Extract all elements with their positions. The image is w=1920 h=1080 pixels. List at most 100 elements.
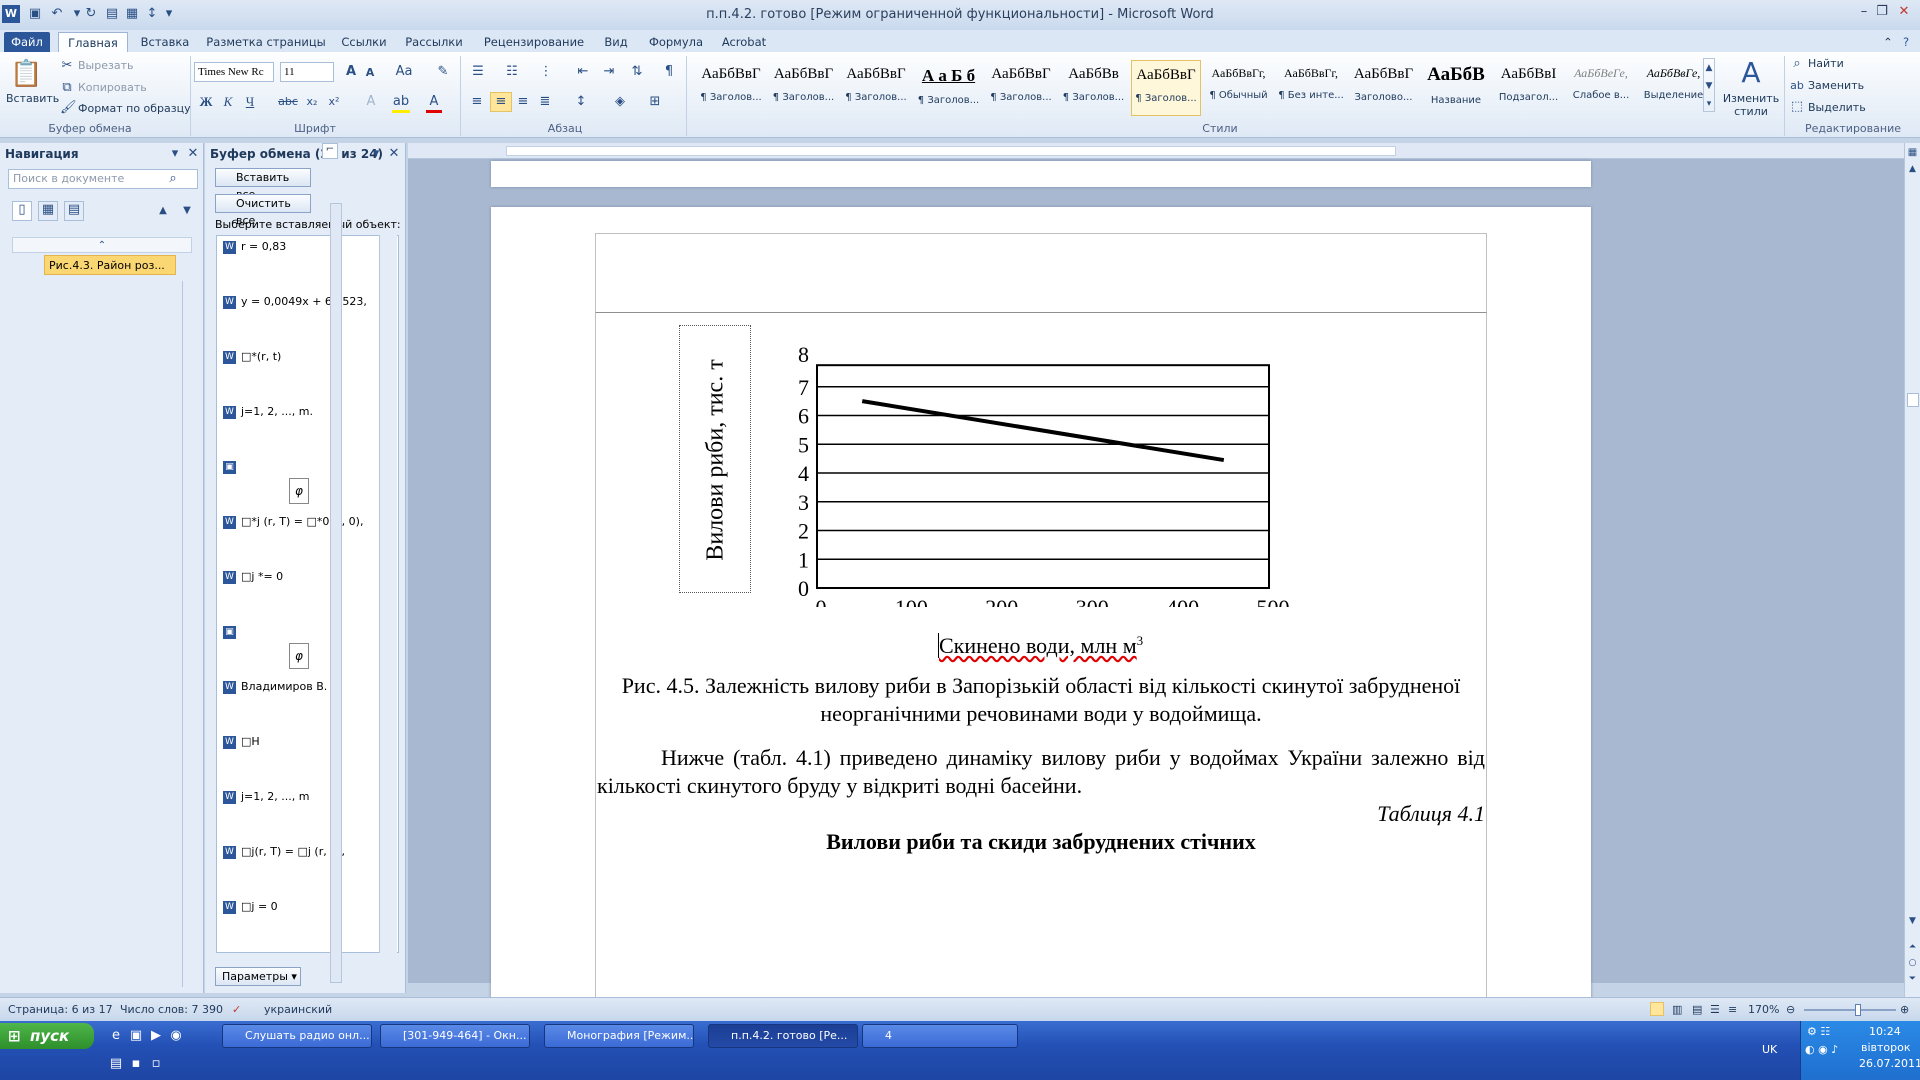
chrome-icon[interactable]: ◉ bbox=[168, 1028, 184, 1044]
media-player-icon[interactable]: ▶ bbox=[148, 1028, 164, 1044]
style-item[interactable]: А а Б б ¶ Заголов... bbox=[914, 60, 984, 116]
style-item[interactable]: АаБбВвГг, ¶ Обычный bbox=[1204, 60, 1274, 116]
full-screen-icon[interactable]: ▥ bbox=[1672, 1003, 1682, 1016]
italic-icon[interactable]: К bbox=[220, 94, 236, 110]
language[interactable]: украинский bbox=[264, 1003, 332, 1016]
line-chart[interactable]: 0 1 2 3 4 5 6 7 8 0 100 200 300 400 500 bbox=[761, 337, 1321, 607]
zoom-level[interactable]: 170% bbox=[1748, 1003, 1779, 1016]
tab-stop-icon[interactable]: ⌐ bbox=[322, 143, 338, 159]
paste-button[interactable]: Вставить bbox=[6, 92, 59, 105]
previous-page-icon[interactable]: ⏶ bbox=[1905, 939, 1920, 955]
cut-icon[interactable]: ✂ bbox=[60, 58, 74, 74]
replace-icon[interactable]: ab bbox=[1790, 78, 1804, 94]
format-painter-icon[interactable]: 🖌 bbox=[60, 100, 77, 116]
clipboard-item[interactable]: Wr = 0,83 bbox=[223, 240, 286, 254]
tab-view[interactable]: Вид bbox=[598, 32, 634, 52]
zoom-slider-thumb[interactable] bbox=[1855, 1004, 1861, 1016]
select-button[interactable]: Выделить bbox=[1808, 101, 1866, 114]
multilevel-list-icon[interactable]: ⋮ bbox=[536, 64, 556, 80]
text-effects-icon[interactable]: A bbox=[362, 94, 380, 110]
ribbon-minimize-icon[interactable]: ⌃ bbox=[1880, 32, 1896, 52]
superscript-icon[interactable]: x² bbox=[326, 94, 342, 110]
options-button[interactable]: Параметры ▾ bbox=[215, 967, 301, 986]
next-page-icon[interactable]: ⏷ bbox=[1905, 971, 1920, 987]
zoom-in-icon[interactable]: ⊕ bbox=[1900, 1003, 1909, 1016]
tab-insert[interactable]: Вставка bbox=[134, 32, 196, 52]
paste-icon[interactable]: 📋 bbox=[10, 58, 42, 90]
replace-button[interactable]: Заменить bbox=[1808, 79, 1864, 92]
subscript-icon[interactable]: x₂ bbox=[304, 94, 320, 110]
notepad-icon[interactable]: ▤ bbox=[108, 1056, 124, 1072]
nav-heading-item[interactable]: Рис.4.3. Район роз... bbox=[44, 255, 176, 275]
style-item[interactable]: АаБбВвГ ¶ Заголов... bbox=[841, 60, 911, 116]
nav-close-icon[interactable]: ✕ bbox=[186, 146, 200, 162]
clear-format-icon[interactable]: ✎ bbox=[434, 64, 452, 80]
scroll-thumb[interactable] bbox=[1907, 393, 1919, 407]
clipboard-scrollbar[interactable] bbox=[379, 235, 397, 953]
clear-all-button[interactable]: Очистить все bbox=[215, 194, 311, 227]
results-view-icon[interactable]: ▤ bbox=[64, 201, 84, 221]
decrease-indent-icon[interactable]: ⇤ bbox=[574, 64, 592, 80]
outline-icon[interactable]: ☰ bbox=[1710, 1003, 1720, 1016]
clipboard-item[interactable]: Wj=1, 2, ..., m bbox=[223, 790, 309, 804]
sort-icon[interactable]: ⇅ bbox=[628, 64, 646, 80]
cut-button[interactable]: Вырезать bbox=[78, 59, 133, 72]
copy-icon[interactable]: ⧉ bbox=[60, 80, 74, 96]
style-item[interactable]: АаБбВвГ ¶ Заголов... bbox=[696, 60, 766, 116]
search-icon[interactable]: ⌕ bbox=[166, 171, 180, 187]
format-painter-button[interactable]: Формат по образцу bbox=[78, 102, 191, 115]
shading-icon[interactable]: ◈ bbox=[610, 94, 630, 110]
bullets-icon[interactable]: ☰ bbox=[468, 64, 488, 80]
tab-formula[interactable]: Формула bbox=[646, 32, 706, 52]
close-icon[interactable]: ✕ bbox=[1892, 4, 1916, 22]
styles-scroll-icon[interactable]: ▲ ▼ ▾ bbox=[1703, 58, 1715, 112]
clipboard-item[interactable]: Wj=1, 2, ..., m. bbox=[223, 405, 313, 419]
save-tray-icon[interactable]: ▪ bbox=[128, 1056, 144, 1072]
paste-all-button[interactable]: Вставить все bbox=[215, 168, 311, 201]
task-monograph[interactable]: Монография [Режим... bbox=[544, 1024, 694, 1048]
tab-page-layout[interactable]: Разметка страницы bbox=[206, 32, 326, 52]
clipboard-item[interactable]: ▣ φ bbox=[223, 625, 309, 669]
restore-icon[interactable]: ❐ bbox=[1870, 4, 1894, 22]
tab-home[interactable]: Главная bbox=[58, 32, 128, 52]
previous-heading-icon[interactable]: ▲ bbox=[156, 203, 170, 219]
copy-button[interactable]: Копировать bbox=[78, 81, 147, 94]
font-name-combo[interactable]: Times New Rc bbox=[194, 62, 274, 82]
style-item[interactable]: АаБбВвГг, ¶ Без инте... bbox=[1276, 60, 1346, 116]
select-icon[interactable]: ⬚ bbox=[1790, 99, 1804, 115]
find-button[interactable]: Найти bbox=[1808, 57, 1844, 70]
clipboard-item[interactable]: Wy = 0,0049x + 6,6523, bbox=[223, 295, 367, 309]
page-count[interactable]: Страница: 6 из 17 bbox=[8, 1003, 113, 1016]
next-heading-icon[interactable]: ▼ bbox=[180, 203, 194, 219]
bold-icon[interactable]: Ж bbox=[198, 94, 214, 110]
tray-status-icons[interactable]: ◐ ◉ ♪ bbox=[1805, 1043, 1838, 1056]
tray-icons[interactable]: ⚙ ☷ bbox=[1807, 1025, 1830, 1038]
clipboard-menu-icon[interactable]: ▾ bbox=[369, 146, 383, 162]
browse-object-icon[interactable]: ○ bbox=[1905, 955, 1920, 971]
collapse-icon[interactable]: ⌃ bbox=[12, 237, 192, 253]
style-item[interactable]: АаБбВеГе, Слабое в... bbox=[1566, 60, 1636, 116]
font-color-icon[interactable]: A bbox=[426, 94, 442, 113]
increase-indent-icon[interactable]: ⇥ bbox=[600, 64, 618, 80]
change-styles-button[interactable]: Изменить стили bbox=[1720, 92, 1782, 118]
style-item[interactable]: АаБбВвІ Подзагол... bbox=[1494, 60, 1564, 116]
folder-icon[interactable]: ▫ bbox=[148, 1056, 164, 1072]
clock-time[interactable]: 10:24 bbox=[1869, 1025, 1901, 1038]
nav-menu-icon[interactable]: ▾ bbox=[168, 146, 182, 162]
shrink-font-icon[interactable]: A bbox=[362, 65, 378, 81]
underline-icon[interactable]: Ч bbox=[242, 94, 258, 110]
align-right-icon[interactable]: ≡ bbox=[514, 94, 532, 110]
horizontal-ruler[interactable] bbox=[408, 143, 1904, 159]
tab-file[interactable]: Файл bbox=[4, 32, 50, 52]
web-layout-icon[interactable]: ▤ bbox=[1692, 1003, 1702, 1016]
tab-acrobat[interactable]: Acrobat bbox=[716, 32, 772, 52]
ruler-toggle-icon[interactable]: ▦ bbox=[1905, 145, 1920, 161]
nav-scrollbar[interactable] bbox=[182, 281, 198, 987]
show-formatting-icon[interactable]: ¶ bbox=[660, 64, 678, 80]
zoom-out-icon[interactable]: ⊖ bbox=[1786, 1003, 1795, 1016]
style-item[interactable]: АаБбВвГ ¶ Заголов... bbox=[769, 60, 839, 116]
zoom-slider[interactable] bbox=[1804, 1009, 1896, 1011]
grow-font-icon[interactable]: A bbox=[342, 64, 360, 80]
scroll-up-icon[interactable]: ▲ bbox=[1905, 161, 1920, 177]
justify-icon[interactable]: ≣ bbox=[536, 94, 554, 110]
